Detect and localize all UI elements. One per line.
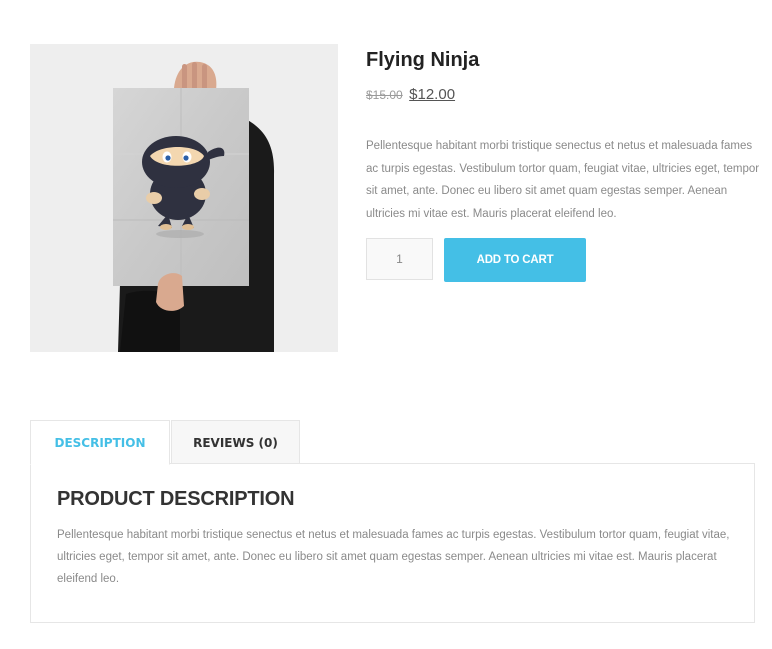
product-summary: Flying Ninja $15.00 $12.00 Pellentesque … bbox=[366, 44, 761, 282]
add-to-cart-button[interactable]: ADD TO CART bbox=[444, 238, 586, 282]
product-image[interactable] bbox=[30, 44, 338, 352]
quantity-input[interactable] bbox=[366, 238, 433, 280]
panel-heading: PRODUCT DESCRIPTION bbox=[57, 488, 295, 510]
description-panel: PRODUCT DESCRIPTION Pellentesque habitan… bbox=[30, 463, 755, 623]
tab-reviews[interactable]: REVIEWS (0) bbox=[171, 420, 300, 464]
short-description: Pellentesque habitant morbi tristique se… bbox=[366, 140, 760, 220]
tab-description[interactable]: DESCRIPTION bbox=[30, 420, 170, 465]
price-old: $15.00 bbox=[366, 88, 403, 102]
price-new: $12.00 bbox=[409, 86, 456, 103]
panel-text: Pellentesque habitant morbi tristique se… bbox=[57, 529, 730, 585]
product-price: $15.00 $12.00 bbox=[366, 85, 761, 105]
ninja-poster-image bbox=[113, 61, 275, 352]
product-title: Flying Ninja bbox=[366, 49, 480, 71]
